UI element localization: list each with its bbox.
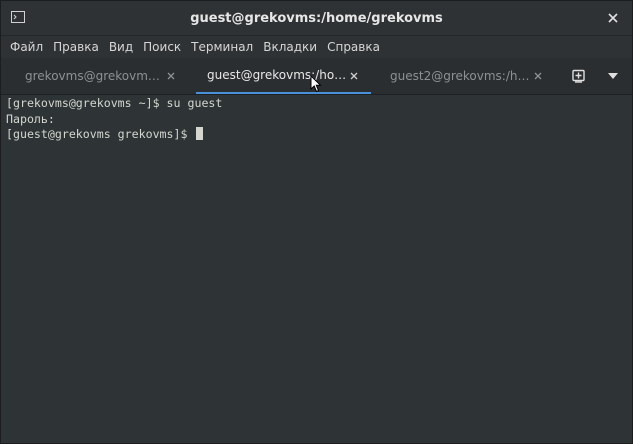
window-close-button[interactable] <box>604 9 622 27</box>
new-tab-icon[interactable] <box>571 68 587 84</box>
close-icon[interactable] <box>166 71 176 81</box>
terminal-line: [grekovms@grekovms ~]$ su guest <box>6 96 223 110</box>
tab-label: grekovms@grekovm… <box>25 69 160 83</box>
menu-file[interactable]: Файл <box>5 36 48 58</box>
window-title: guest@grekovms:/home/grekovms <box>190 10 443 26</box>
close-icon <box>608 13 618 23</box>
menu-bar: Файл Правка Вид Поиск Терминал Вкладки С… <box>1 36 632 58</box>
terminal-icon <box>11 11 25 23</box>
menu-search[interactable]: Поиск <box>138 36 186 58</box>
tab-grekovms[interactable]: grekovms@grekovm… <box>1 58 192 94</box>
menu-edit[interactable]: Правка <box>48 36 104 58</box>
close-icon[interactable] <box>349 71 359 81</box>
close-icon[interactable] <box>533 71 543 81</box>
mouse-pointer-icon <box>310 75 322 93</box>
terminal-prompt: [guest@grekovms grekovms]$ <box>6 127 195 141</box>
menu-help[interactable]: Справка <box>322 36 385 58</box>
menu-terminal[interactable]: Терминал <box>186 36 258 58</box>
tab-guest2[interactable]: guest2@grekovms:/h… <box>375 58 555 94</box>
tab-guest[interactable]: guest@grekovms:/ho… <box>196 58 371 94</box>
terminal-line: Пароль: <box>6 111 55 126</box>
tab-label: guest2@grekovms:/h… <box>390 69 530 83</box>
chevron-down-icon[interactable] <box>608 72 618 80</box>
menu-view[interactable]: Вид <box>104 36 138 58</box>
tab-label: guest@grekovms:/ho… <box>207 68 347 82</box>
text-cursor <box>196 127 204 140</box>
menu-tabs[interactable]: Вкладки <box>258 36 322 58</box>
terminal-prompt-line: [guest@grekovms grekovms]$ <box>6 127 632 143</box>
terminal-output[interactable]: [grekovms@grekovms ~]$ su guest Пароль: … <box>1 95 632 443</box>
terminal-window: guest@grekovms:/home/grekovms Файл Правк… <box>0 0 633 444</box>
title-bar[interactable]: guest@grekovms:/home/grekovms <box>1 1 632 36</box>
